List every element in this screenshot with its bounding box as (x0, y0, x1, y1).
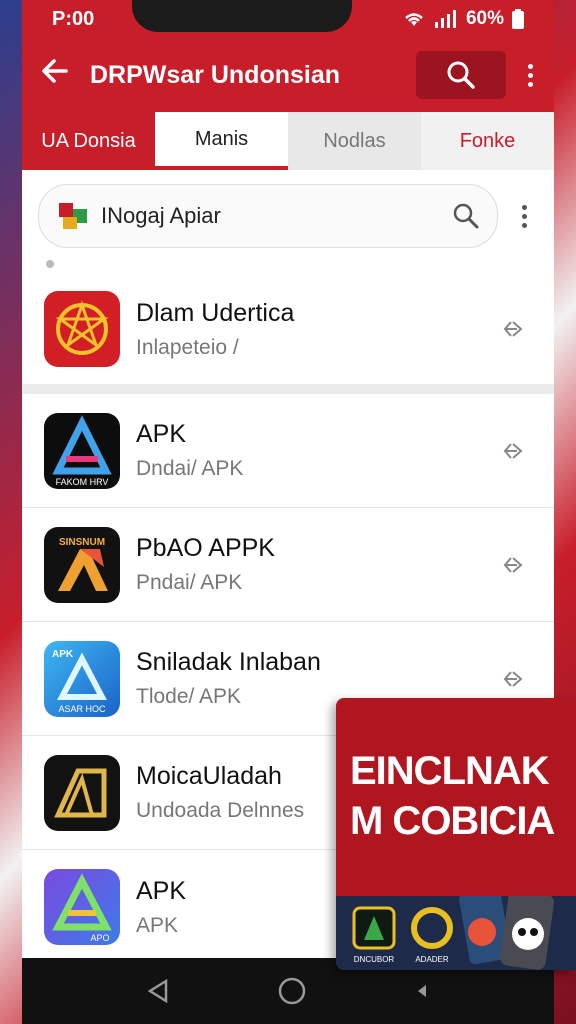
icon-caption-top: APK (52, 649, 74, 660)
page-title: DRPWsar Undonsian (90, 60, 341, 89)
tab-bar: UA Donsia Manis Nodlas Fonke (22, 112, 554, 170)
app-info: Dlam Udertica Inlapeteio / (136, 299, 494, 360)
search-text: INogaj Apiar (101, 203, 221, 228)
app-info: APK Dndai/ APK (136, 420, 494, 481)
letter-a-icon: FAKOM HRV (52, 414, 112, 487)
dot (521, 222, 527, 228)
app-icon: SINSNUM (44, 526, 120, 603)
promo-line-2: M COBICIA (350, 799, 555, 843)
share-arrow-icon[interactable] (494, 666, 534, 692)
promo-line-1: EINCLNAK (350, 749, 550, 793)
app-info: PbAO APPK Pndai/ APK (136, 534, 494, 595)
list-item[interactable]: FAKOM HRV APK Dndai/ APK (22, 394, 554, 508)
letter-a-icon: SINSNUM (58, 537, 108, 591)
promo-banner[interactable]: EINCLNAK M COBICIA DNCUBOR ADADER (336, 698, 576, 970)
back-button[interactable] (40, 56, 90, 94)
dot (527, 72, 533, 78)
app-icon (44, 291, 120, 367)
app-icon (44, 754, 120, 831)
share-arrow-icon[interactable] (494, 316, 534, 342)
letter-a-icon: APO (52, 873, 112, 943)
tab-nodlas[interactable]: Nodlas (288, 112, 421, 170)
app-icon: APO (44, 869, 120, 945)
back-triangle-icon[interactable] (144, 977, 172, 1005)
icon-caption: APO (90, 933, 109, 943)
app-subtitle: Inlapeteio / (136, 335, 239, 359)
battery-percent: 60% (465, 8, 504, 29)
dot (521, 213, 527, 219)
icon-caption: FAKOM HRV (56, 477, 109, 487)
overflow-menu-button[interactable] (520, 63, 540, 87)
signal-icon (434, 10, 456, 28)
page-indicator-dot (46, 260, 54, 268)
promo-graphics: DNCUBOR ADADER (352, 887, 555, 970)
letter-a-icon: APK ASAR HOC (52, 649, 107, 714)
list-item[interactable]: SINSNUM PbAO APPK Pndai/ APK (22, 508, 554, 622)
search-area: INogaj Apiar (22, 170, 554, 254)
dot (521, 204, 527, 210)
search-options-button[interactable] (510, 204, 538, 228)
arrow-left-icon (42, 59, 68, 83)
letter-a-icon (54, 768, 107, 817)
promo-caption-1: DNCUBOR (354, 955, 395, 964)
battery-icon (512, 9, 524, 29)
search-input[interactable]: INogaj Apiar (38, 184, 498, 248)
search-icon (447, 61, 475, 89)
app-icon: APK ASAR HOC (44, 640, 120, 717)
share-arrow-icon[interactable] (494, 552, 534, 578)
promo-headline: EINCLNAK M COBICIA (336, 698, 576, 846)
tab-ua-donsia[interactable]: UA Donsia (22, 112, 155, 170)
app-name: Sniladak Inlaban (136, 648, 321, 676)
app-name: Dlam Udertica (136, 298, 295, 327)
promo-caption-2: ADADER (415, 955, 449, 964)
wifi-icon (405, 13, 423, 26)
app-subtitle: Pndai/ APK (136, 571, 243, 594)
tab-manis[interactable]: Manis (155, 112, 288, 170)
status-icons: 60% (402, 8, 524, 30)
icon-caption: SINSNUM (59, 537, 105, 548)
promo-icon-strip: DNCUBOR ADADER (336, 887, 576, 970)
status-bar: P:00 60% (22, 0, 554, 38)
app-name: PbAO APPK (136, 534, 275, 562)
camera-notch (132, 0, 352, 32)
app-subtitle: Dndai/ APK (136, 457, 244, 480)
share-arrow-icon[interactable] (494, 438, 534, 464)
list-item[interactable]: Dlam Udertica Inlapeteio / (22, 274, 554, 394)
dot (527, 63, 533, 69)
search-icon (453, 203, 479, 229)
icon-caption: ASAR HOC (58, 704, 106, 714)
app-name: APK (136, 420, 187, 448)
recents-icon[interactable] (412, 981, 432, 1001)
home-circle-icon[interactable] (277, 976, 307, 1006)
search-button[interactable] (416, 51, 506, 99)
app-bar: DRPWsar Undonsian (22, 38, 554, 112)
star-emblem-icon (55, 300, 109, 355)
tab-fonke[interactable]: Fonke (421, 112, 554, 170)
dot (527, 81, 533, 87)
app-icon: FAKOM HRV (44, 412, 120, 489)
store-logo-icon (59, 203, 87, 229)
status-time: P:00 (52, 7, 95, 30)
